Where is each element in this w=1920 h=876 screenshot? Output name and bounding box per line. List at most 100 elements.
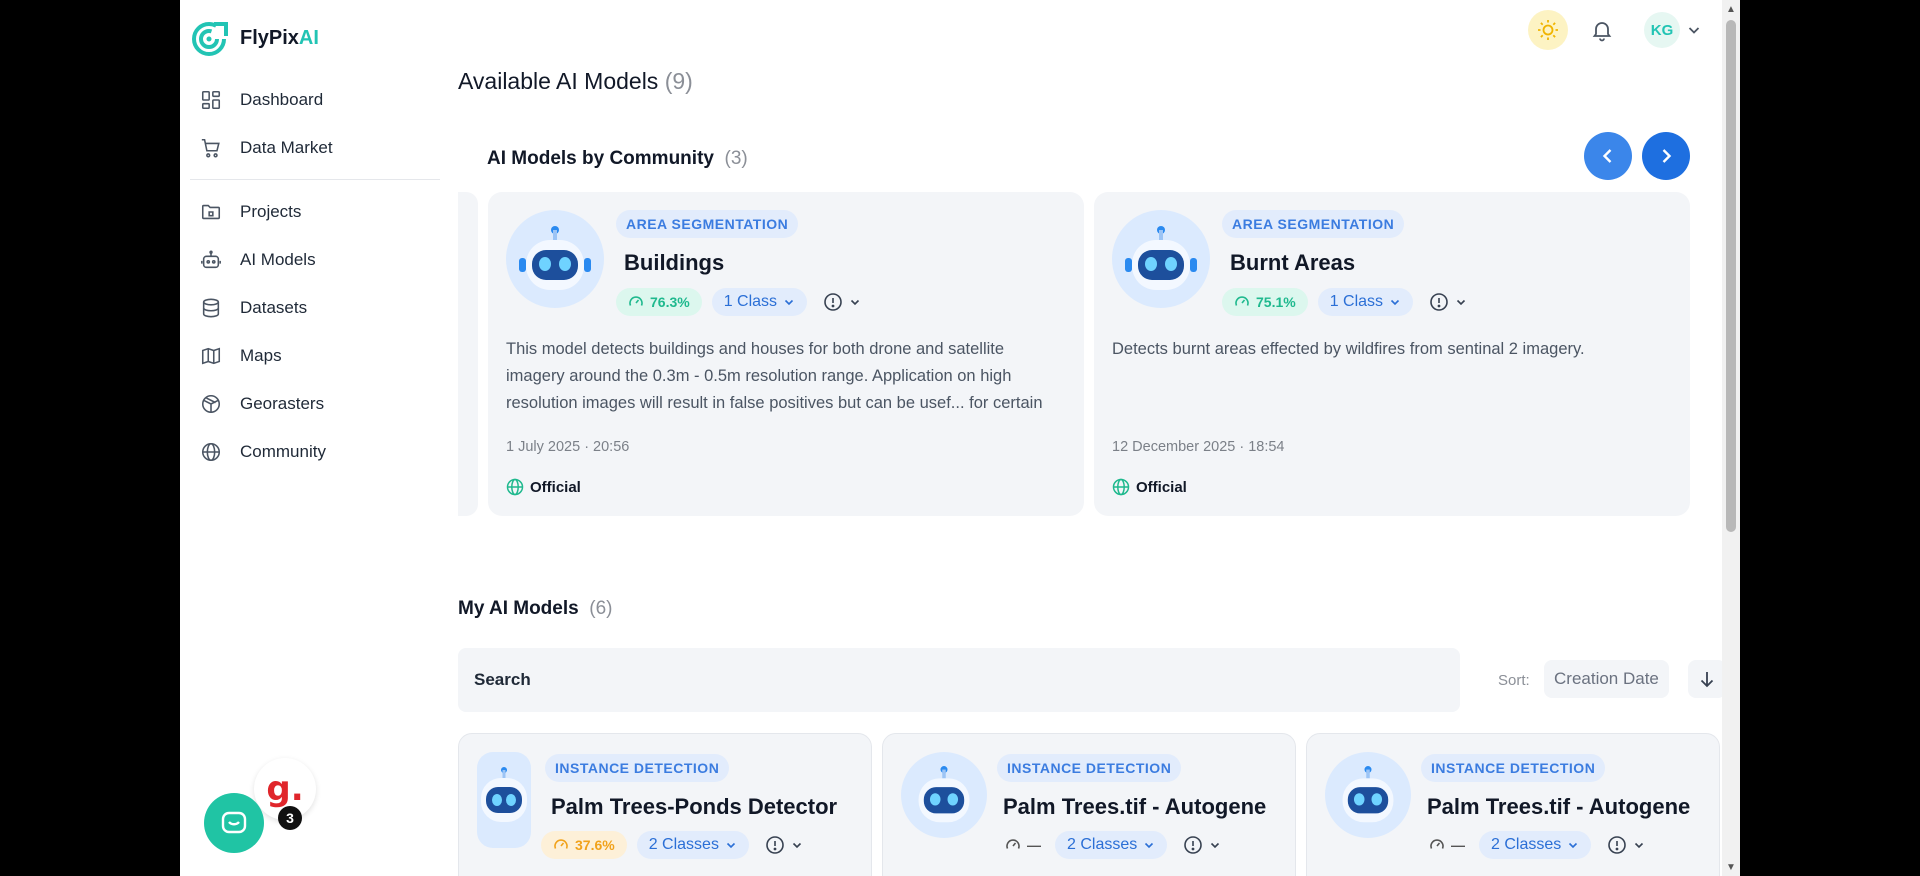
sort-label: Sort: — [1498, 672, 1530, 689]
bell-icon — [1592, 22, 1612, 42]
accuracy-badge: 37.6% — [541, 831, 627, 859]
sidebar-item-data-market[interactable]: Data Market — [190, 124, 440, 172]
chevron-down-icon — [1145, 842, 1154, 849]
info-icon — [1184, 836, 1203, 854]
scroll-down-arrow-icon[interactable]: ▼ — [1722, 858, 1740, 876]
model-date: 1 July 2025 · 20:56 — [506, 439, 630, 455]
database-icon — [202, 298, 220, 318]
model-info-button[interactable] — [817, 288, 867, 316]
robot-icon — [201, 250, 221, 269]
chat-launcher-button[interactable] — [204, 793, 264, 853]
arrow-down-icon — [1700, 672, 1714, 688]
chevron-left-icon — [1602, 149, 1612, 163]
sidebar-item-projects[interactable]: Projects — [190, 188, 440, 236]
sidebar-item-community[interactable]: Community — [190, 428, 440, 476]
sidebar-nav-primary: Dashboard Data Market — [190, 76, 440, 172]
chevron-right-icon — [1662, 149, 1672, 163]
robot-avatar-icon — [506, 210, 604, 308]
carousel-prev-button[interactable] — [1584, 132, 1632, 180]
chevron-down-icon — [1211, 842, 1220, 849]
model-source: Official — [506, 478, 581, 496]
info-icon — [766, 836, 784, 854]
chevron-down-icon — [1635, 842, 1644, 849]
sidebar-item-ai-models[interactable]: AI Models — [190, 236, 440, 284]
robot-avatar-icon — [477, 752, 531, 848]
chevron-down-icon — [784, 299, 794, 306]
classes-dropdown[interactable]: 1 Class — [711, 288, 808, 316]
model-info-button[interactable] — [1601, 831, 1651, 859]
gauge-icon — [1430, 839, 1444, 849]
gauge-icon — [554, 839, 568, 849]
scrollbar-thumb[interactable] — [1726, 20, 1736, 532]
accuracy-badge: 76.3% — [616, 288, 702, 316]
classes-dropdown[interactable]: 2 Classes — [636, 831, 749, 859]
model-meta-row: 37.6% 2 Classes — [541, 831, 809, 859]
user-menu-button[interactable]: KG — [1636, 10, 1710, 50]
model-type-tag: INSTANCE DETECTION — [1421, 754, 1606, 782]
sort-select[interactable]: Creation Date — [1544, 660, 1669, 698]
model-meta-row: 76.3% 1 Class — [616, 288, 867, 316]
chevron-down-icon — [1456, 299, 1466, 306]
theme-toggle-button[interactable] — [1528, 10, 1568, 50]
community-section-title: AI Models by Community (3) — [487, 148, 748, 169]
sidebar-item-georasters[interactable]: Georasters — [190, 380, 440, 428]
model-meta-row: — 2 Classes — [1425, 831, 1651, 859]
cart-icon — [201, 138, 220, 158]
sidebar-item-dashboard[interactable]: Dashboard — [190, 76, 440, 124]
my-models-section-title: My AI Models (6) — [458, 598, 613, 619]
model-meta-row: 75.1% 1 Class — [1222, 288, 1473, 316]
chat-icon — [221, 811, 247, 834]
globe-icon — [1112, 478, 1130, 496]
globe-icon — [506, 478, 524, 496]
globe-grid-icon — [201, 394, 221, 414]
previous-card-edge — [458, 192, 478, 516]
sun-icon — [1538, 20, 1558, 40]
notifications-button[interactable] — [1582, 10, 1622, 50]
sidebar-item-label: Datasets — [240, 298, 308, 317]
chevron-down-icon — [792, 842, 802, 849]
sidebar-item-label: Dashboard — [240, 90, 324, 109]
sidebar-item-label: Community — [240, 442, 326, 461]
sidebar-item-label: Projects — [240, 202, 302, 221]
model-type-tag: AREA SEGMENTATION — [616, 210, 799, 238]
model-info-button[interactable] — [759, 831, 809, 859]
model-name: Palm Trees-Ponds Detector — [551, 794, 838, 819]
map-icon — [201, 347, 221, 365]
search-input[interactable]: Search — [458, 648, 1460, 712]
robot-avatar-icon — [901, 752, 987, 838]
my-model-card[interactable]: INSTANCE DETECTION Palm Trees.tif - Auto… — [1306, 733, 1720, 876]
scroll-up-arrow-icon[interactable]: ▲ — [1722, 0, 1740, 18]
sort-direction-button[interactable] — [1688, 660, 1726, 698]
dashboard-icon — [201, 90, 221, 110]
page-scrollbar[interactable]: ▲ ▼ — [1722, 0, 1740, 876]
model-type-tag: INSTANCE DETECTION — [545, 754, 730, 782]
classes-dropdown[interactable]: 2 Classes — [1055, 831, 1168, 859]
info-icon — [1430, 293, 1448, 311]
chevron-down-icon — [1390, 299, 1400, 306]
accuracy-badge: 75.1% — [1222, 288, 1308, 316]
classes-dropdown[interactable]: 1 Class — [1317, 288, 1414, 316]
model-type-tag: INSTANCE DETECTION — [997, 754, 1182, 782]
robot-avatar-icon — [1112, 210, 1210, 308]
globe-icon — [201, 442, 221, 462]
accuracy-badge: — — [1425, 831, 1469, 859]
community-model-card[interactable]: AREA SEGMENTATION Burnt Areas 75.1% 1 Cl… — [1094, 192, 1690, 516]
sidebar-item-label: Georasters — [240, 394, 325, 413]
classes-dropdown[interactable]: 2 Classes — [1479, 831, 1592, 859]
my-model-card[interactable]: INSTANCE DETECTION Palm Trees-Ponds Dete… — [458, 733, 872, 876]
sidebar-item-label: Data Market — [240, 138, 333, 157]
gauge-icon — [629, 296, 643, 306]
model-type-tag: AREA SEGMENTATION — [1222, 210, 1405, 238]
chat-unread-badge: 3 — [278, 806, 302, 830]
model-info-button[interactable] — [1177, 831, 1227, 859]
community-model-card[interactable]: AREA SEGMENTATION Buildings 76.3% 1 Clas… — [488, 192, 1084, 516]
gauge-icon — [1006, 839, 1020, 849]
model-description: This model detects buildings and houses … — [506, 340, 1043, 412]
sidebar-item-maps[interactable]: Maps — [190, 332, 440, 380]
sidebar-nav-secondary: Projects AI Models Datasets Maps Georast… — [190, 188, 440, 476]
brand-logo[interactable]: FlyPixAI — [190, 18, 319, 58]
carousel-next-button[interactable] — [1642, 132, 1690, 180]
sidebar-item-datasets[interactable]: Datasets — [190, 284, 440, 332]
model-info-button[interactable] — [1423, 288, 1473, 316]
my-model-card[interactable]: INSTANCE DETECTION Palm Trees.tif - Auto… — [882, 733, 1296, 876]
